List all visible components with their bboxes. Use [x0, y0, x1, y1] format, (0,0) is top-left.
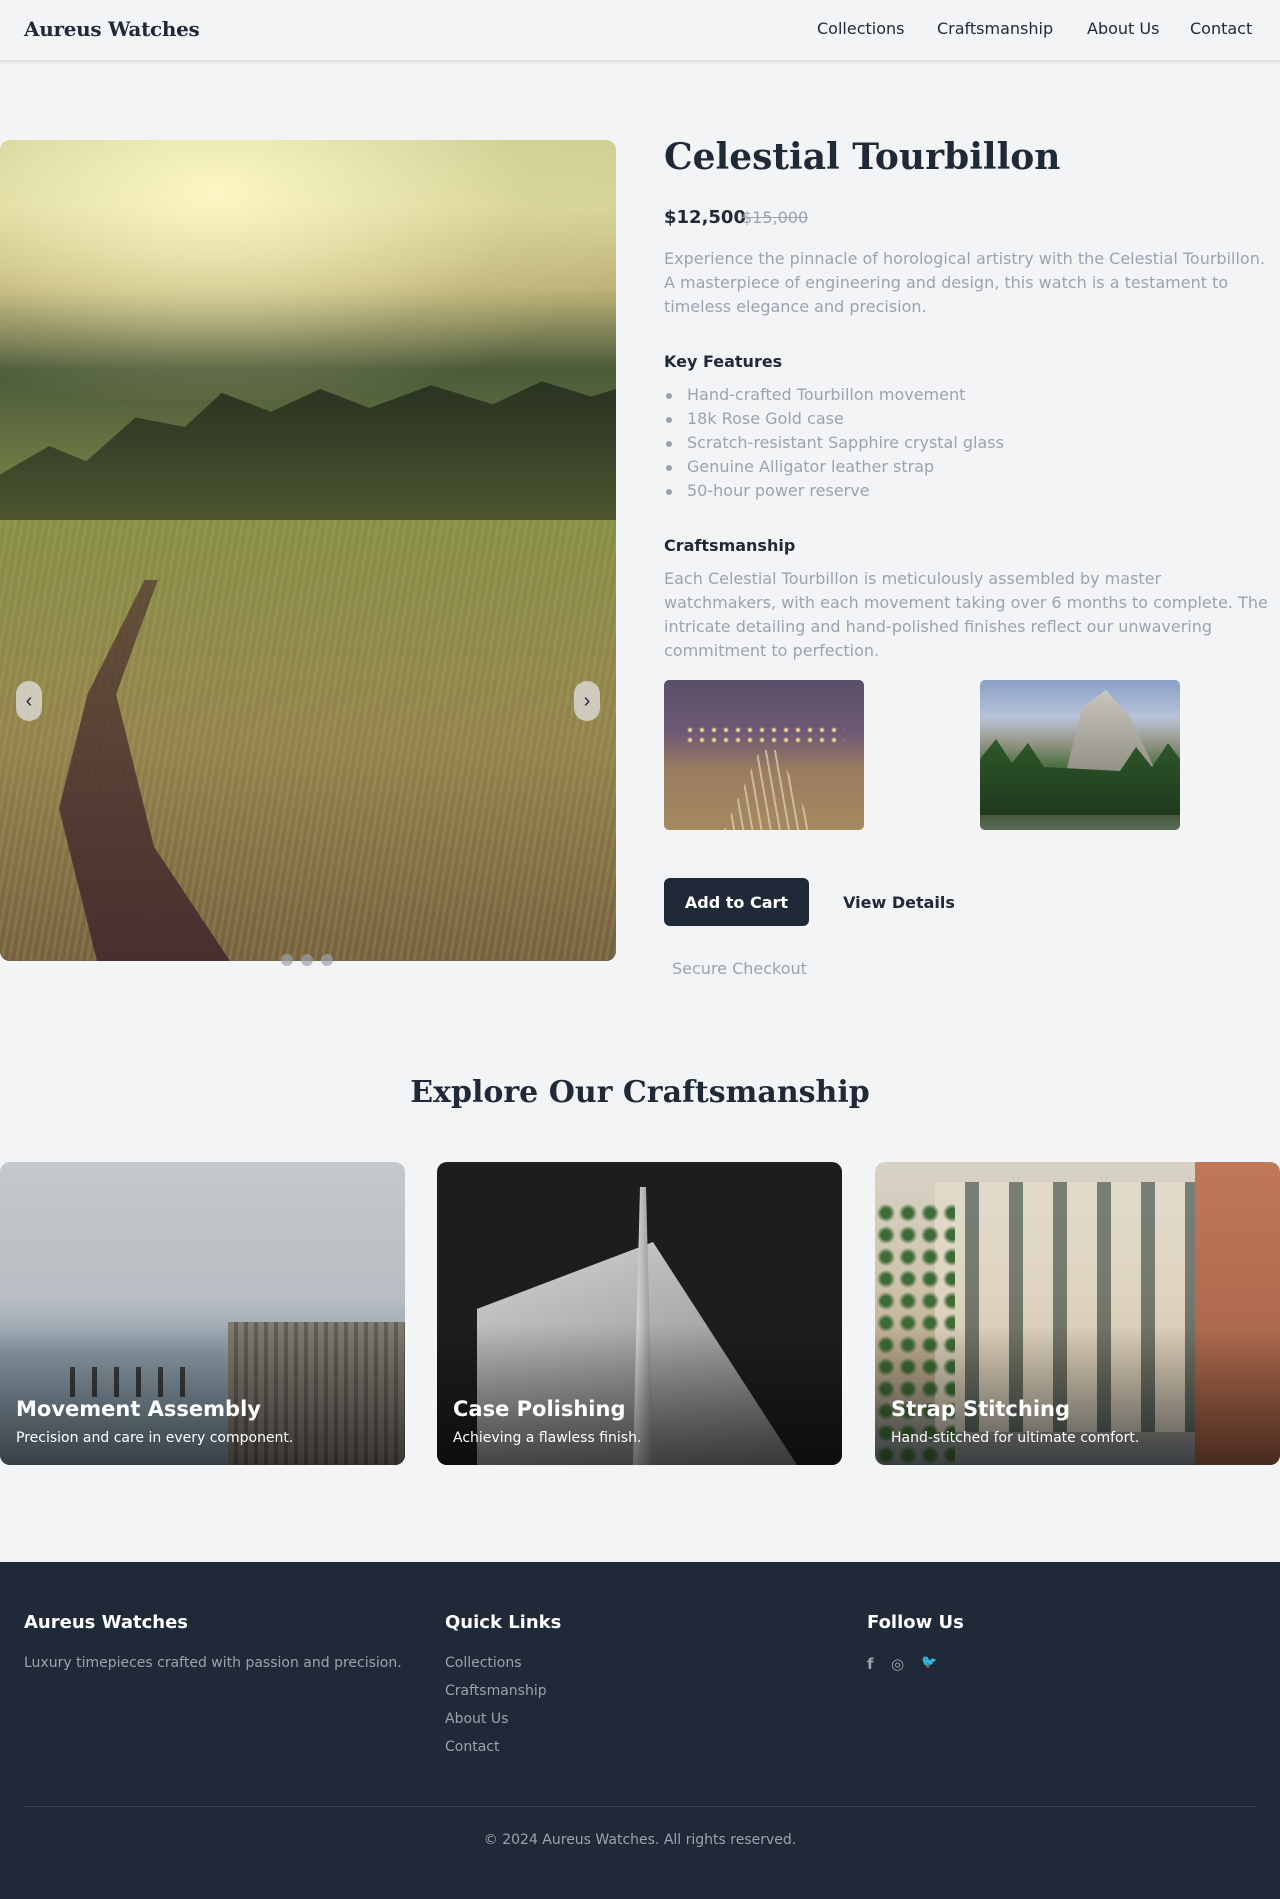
chevron-left-icon: ‹	[25, 689, 33, 712]
footer-brand: Aureus Watches	[24, 1612, 188, 1633]
copyright-text: © 2024 Aureus Watches. All rights reserv…	[483, 1832, 797, 1848]
site-header: Aureus Watches Collections Craftsmanship…	[0, 0, 1280, 60]
card-subtitle: Achieving a flawless finish.	[453, 1430, 642, 1446]
craftsmanship-heading: Craftsmanship	[664, 536, 796, 555]
card-title: Movement Assembly	[16, 1397, 261, 1421]
craftsmanship-description: Each Celestial Tourbillon is meticulousl…	[664, 569, 1268, 660]
card-title: Strap Stitching	[891, 1397, 1071, 1421]
carousel-indicators	[281, 954, 333, 966]
chevron-right-icon: ›	[583, 689, 591, 712]
nav-craftsmanship[interactable]: Craftsmanship	[937, 19, 1053, 38]
product-image-carousel[interactable]: ‹ ›	[0, 140, 616, 961]
carousel-dot-2[interactable]	[301, 954, 313, 966]
footer-divider	[24, 1806, 1256, 1807]
footer-link-contact[interactable]: Contact	[445, 1739, 499, 1755]
carousel-next-button[interactable]: ›	[574, 681, 600, 721]
nav-about-us[interactable]: About Us	[1087, 19, 1159, 38]
nav-contact[interactable]: Contact	[1190, 19, 1252, 38]
add-to-cart-button[interactable]: Add to Cart	[664, 878, 809, 926]
feature-item: Hand-crafted Tourbillon movement	[664, 383, 1004, 407]
feature-item: 50-hour power reserve	[664, 479, 1004, 503]
follow-us-heading: Follow Us	[867, 1612, 964, 1633]
feature-item: Scratch-resistant Sapphire crystal glass	[664, 431, 1004, 455]
quick-links-heading: Quick Links	[445, 1612, 562, 1633]
key-features-list: Hand-crafted Tourbillon movement 18k Ros…	[664, 383, 1004, 503]
craft-thumbnail-valley[interactable]	[980, 680, 1180, 830]
site-footer	[0, 1562, 1280, 1899]
footer-tagline: Luxury timepieces crafted with passion a…	[24, 1655, 402, 1671]
carousel-prev-button[interactable]: ‹	[16, 681, 42, 721]
explore-section-title: Explore Our Craftsmanship	[410, 1075, 870, 1110]
carousel-dot-3[interactable]	[321, 954, 333, 966]
product-title: Celestial Tourbillon	[664, 136, 1061, 178]
instagram-icon[interactable]: ◎	[891, 1655, 904, 1673]
facebook-icon[interactable]: f	[867, 1655, 874, 1673]
product-old-price: $15,000	[742, 208, 809, 227]
footer-link-about-us[interactable]: About Us	[445, 1711, 508, 1727]
nav-collections[interactable]: Collections	[817, 19, 904, 38]
view-details-button[interactable]: View Details	[833, 878, 965, 926]
thumbnail-lights	[684, 725, 844, 745]
brand-logo[interactable]: Aureus Watches	[24, 17, 200, 41]
feature-item: Genuine Alligator leather strap	[664, 455, 1004, 479]
twitter-icon[interactable]: 🐦	[921, 1655, 937, 1673]
thumbnail-rails	[724, 750, 814, 830]
footer-link-craftsmanship[interactable]: Craftsmanship	[445, 1683, 547, 1699]
feature-item: 18k Rose Gold case	[664, 407, 1004, 431]
craft-card-strap-stitching[interactable]: Strap Stitching Hand-stitched for ultima…	[875, 1162, 1280, 1465]
craft-card-case-polishing[interactable]: Case Polishing Achieving a flawless fini…	[437, 1162, 842, 1465]
key-features-heading: Key Features	[664, 352, 783, 371]
craft-thumbnail-railyard[interactable]	[664, 680, 864, 830]
footer-link-collections[interactable]: Collections	[445, 1655, 522, 1671]
card-subtitle: Hand-stitched for ultimate comfort.	[891, 1430, 1140, 1446]
carousel-image-sky	[0, 140, 616, 400]
product-price: $12,500	[664, 207, 746, 228]
card-subtitle: Precision and care in every component.	[16, 1430, 294, 1446]
craft-card-movement-assembly[interactable]: Movement Assembly Precision and care in …	[0, 1162, 405, 1465]
secure-checkout-label: Secure Checkout	[672, 959, 807, 978]
carousel-dot-1[interactable]	[281, 954, 293, 966]
product-description: Experience the pinnacle of horological a…	[664, 249, 1265, 316]
card-title: Case Polishing	[453, 1397, 626, 1421]
